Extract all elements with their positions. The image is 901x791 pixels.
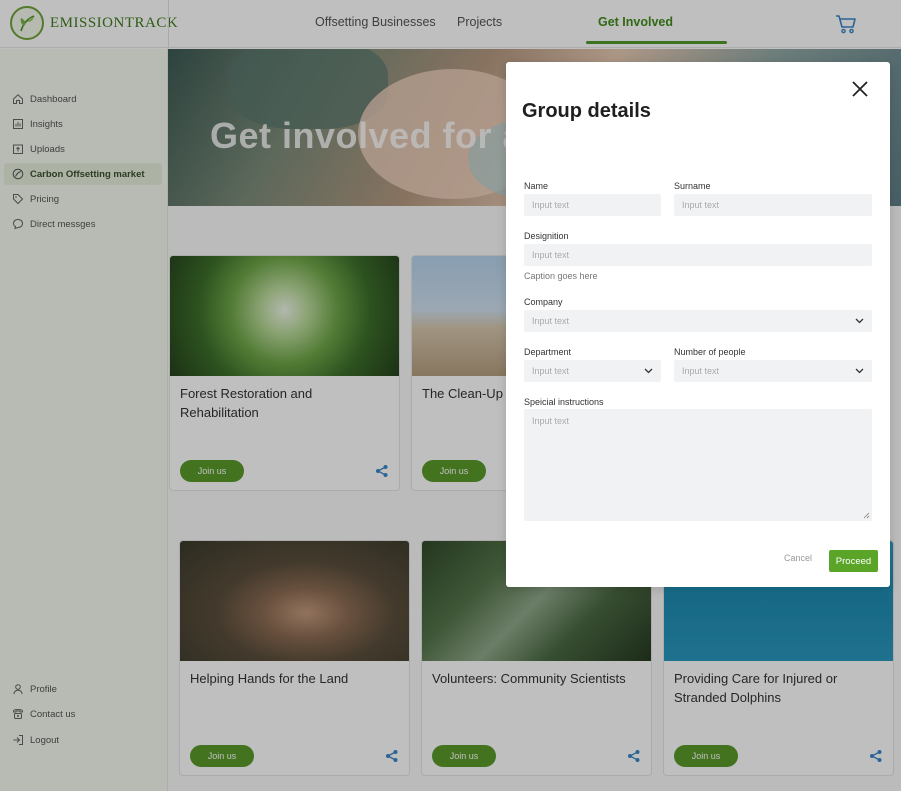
modal-title: Group details [522, 100, 651, 122]
chevron-down-icon [644, 368, 653, 374]
designation-caption: Caption goes here [524, 271, 598, 281]
department-label: Department [524, 347, 572, 357]
surname-label: Surname [674, 181, 711, 191]
number-of-people-placeholder: Input text [682, 366, 720, 376]
department-placeholder: Input text [532, 366, 570, 376]
company-select[interactable]: Input text [524, 310, 872, 332]
number-of-people-label: Number of people [674, 347, 746, 357]
company-label: Company [524, 297, 563, 307]
chevron-down-icon [855, 318, 864, 324]
close-icon[interactable] [849, 78, 871, 100]
cancel-button[interactable]: Cancel [784, 553, 812, 563]
chevron-down-icon [855, 368, 864, 374]
number-of-people-select[interactable]: Input text [674, 360, 872, 382]
name-label: Name [524, 181, 549, 191]
instructions-placeholder: Input text [532, 416, 570, 426]
company-placeholder: Input text [532, 316, 570, 326]
designation-placeholder: Input text [532, 250, 570, 260]
proceed-button[interactable]: Proceed [829, 550, 878, 572]
resize-handle-icon[interactable] [862, 511, 870, 519]
name-field[interactable]: Input text [524, 194, 661, 216]
designation-field[interactable]: Input text [524, 244, 872, 266]
designation-label: Designition [524, 231, 569, 241]
surname-placeholder: Input text [682, 200, 720, 210]
instructions-label: Speicial instructions [524, 397, 604, 407]
surname-field[interactable]: Input text [674, 194, 872, 216]
department-select[interactable]: Input text [524, 360, 661, 382]
instructions-textarea[interactable]: Input text [524, 409, 872, 521]
group-details-modal: Group details Name Input text Surname In… [506, 62, 890, 587]
name-placeholder: Input text [532, 200, 570, 210]
